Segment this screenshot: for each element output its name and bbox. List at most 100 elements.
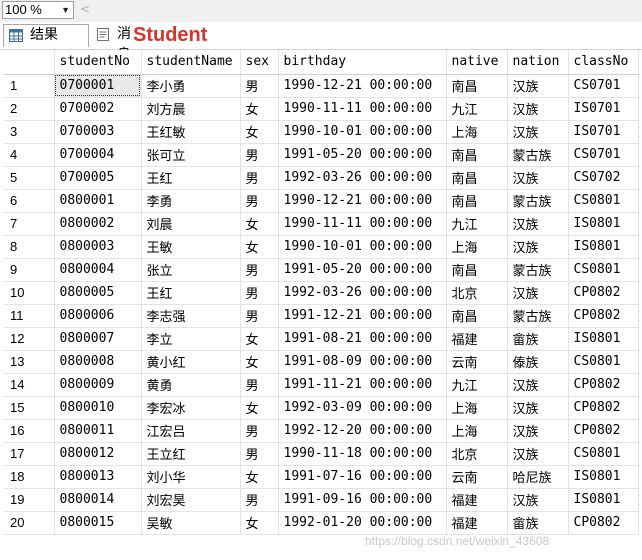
cell-student-no[interactable]: 0800008	[54, 350, 142, 374]
cell-nation[interactable]: 汉族	[507, 97, 569, 121]
cell-student-no[interactable]: 0800002	[54, 212, 142, 236]
cell-student-no[interactable]: 0700003	[54, 120, 142, 144]
cell-class-no[interactable]: IS0701	[568, 120, 639, 144]
cell-student-name[interactable]: 李宏冰	[141, 396, 241, 420]
cell-native[interactable]: 福建	[446, 511, 508, 535]
cell-class-no[interactable]: CS0701	[568, 74, 639, 98]
cell-sex[interactable]: 女	[240, 97, 279, 121]
column-header-birthday[interactable]: birthday	[278, 50, 447, 75]
cell-row-number[interactable]: 2	[4, 97, 55, 121]
cell-birthday[interactable]: 1990-11-11 00:00:00	[278, 97, 447, 121]
cell-student-no[interactable]: 0800003	[54, 235, 142, 259]
column-header-row-number[interactable]	[4, 50, 55, 75]
cell-nation[interactable]: 汉族	[507, 212, 569, 236]
table-row[interactable]: 3 0700003 王红敏女 1990-10-01 00:00:00 上海 汉族 IS070…	[4, 120, 639, 144]
cell-sex[interactable]: 男	[240, 281, 279, 305]
table-row[interactable]: 15 0800010 李宏冰女 1992-03-09 00:00:00 上海 汉族 CP08…	[4, 396, 639, 420]
cell-birthday[interactable]: 1991-05-20 00:00:00	[278, 258, 447, 282]
cell-student-name[interactable]: 黄勇	[141, 373, 241, 397]
chevron-down-icon[interactable]: ▼	[61, 2, 70, 18]
cell-class-no[interactable]: IS0801	[568, 488, 639, 512]
cell-student-name[interactable]: 吴敏	[141, 511, 241, 535]
cell-sex[interactable]: 男	[240, 166, 279, 190]
cell-sex[interactable]: 男	[240, 189, 279, 213]
cell-student-no[interactable]: 0800015	[54, 511, 142, 535]
cell-student-name[interactable]: 刘晨	[141, 212, 241, 236]
column-header-class-no[interactable]: classNo	[568, 50, 639, 75]
cell-row-number[interactable]: 6	[4, 189, 55, 213]
cell-class-no[interactable]: CS0702	[568, 166, 639, 190]
cell-class-no[interactable]: IS0701	[568, 97, 639, 121]
table-row[interactable]: 12 0800007 李立女 1991-08-21 00:00:00 福建 畲族 IS080…	[4, 327, 639, 351]
table-row[interactable]: 10 0800005 王红男 1992-03-26 00:00:00 北京 汉族 CP080…	[4, 281, 639, 305]
cell-sex[interactable]: 女	[240, 511, 279, 535]
cell-sex[interactable]: 男	[240, 304, 279, 328]
cell-sex[interactable]: 女	[240, 120, 279, 144]
table-row[interactable]: 6 0800001 李勇男 1990-12-21 00:00:00 南昌 蒙古族 CS080…	[4, 189, 639, 213]
cell-student-no[interactable]: 0700005	[54, 166, 142, 190]
column-header-nation[interactable]: nation	[507, 50, 569, 75]
cell-student-name[interactable]: 江宏吕	[141, 419, 241, 443]
cell-nation[interactable]: 畲族	[507, 511, 569, 535]
cell-class-no[interactable]: IS0801	[568, 212, 639, 236]
cell-class-no[interactable]: CS0801	[568, 258, 639, 282]
zoom-select[interactable]: 100 % ▼	[2, 1, 74, 19]
cell-class-no[interactable]: CP0802	[568, 419, 639, 443]
cell-native[interactable]: 上海	[446, 419, 508, 443]
table-row[interactable]: 13 0800008 黄小红女 1991-08-09 00:00:00 云南 傣族 CS08…	[4, 350, 639, 374]
table-row[interactable]: 16 0800011 江宏吕男 1992-12-20 00:00:00 上海 汉族 CP08…	[4, 419, 639, 443]
column-header-student-name[interactable]: studentName	[141, 50, 241, 75]
cell-nation[interactable]: 汉族	[507, 166, 569, 190]
cell-sex[interactable]: 男	[240, 258, 279, 282]
table-row[interactable]: 5 0700005 王红男 1992-03-26 00:00:00 南昌 汉族 CS0702	[4, 166, 639, 190]
cell-student-name[interactable]: 王红	[141, 281, 241, 305]
cell-native[interactable]: 云南	[446, 465, 508, 489]
cell-class-no[interactable]: CS0801	[568, 189, 639, 213]
cell-student-name[interactable]: 李志强	[141, 304, 241, 328]
cell-birthday[interactable]: 1991-08-09 00:00:00	[278, 350, 447, 374]
column-header-native[interactable]: native	[446, 50, 508, 75]
cell-row-number[interactable]: 15	[4, 396, 55, 420]
cell-row-number[interactable]: 12	[4, 327, 55, 351]
table-row[interactable]: 1 0700001 李小勇男 1990-12-21 00:00:00 南昌 汉族 CS070…	[4, 74, 639, 98]
cell-nation[interactable]: 汉族	[507, 419, 569, 443]
cell-row-number[interactable]: 13	[4, 350, 55, 374]
cell-student-name[interactable]: 王红	[141, 166, 241, 190]
cell-birthday[interactable]: 1990-11-18 00:00:00	[278, 442, 447, 466]
cell-birthday[interactable]: 1990-10-01 00:00:00	[278, 235, 447, 259]
cell-student-no[interactable]: 0800004	[54, 258, 142, 282]
cell-birthday[interactable]: 1991-11-21 00:00:00	[278, 373, 447, 397]
cell-sex[interactable]: 女	[240, 212, 279, 236]
cell-native[interactable]: 南昌	[446, 189, 508, 213]
cell-student-no[interactable]: 0800009	[54, 373, 142, 397]
cell-student-no[interactable]: 0800013	[54, 465, 142, 489]
cell-nation[interactable]: 汉族	[507, 281, 569, 305]
cell-class-no[interactable]: CP0802	[568, 373, 639, 397]
table-row[interactable]: 18 0800013 刘小华女 1991-07-16 00:00:00 云南 哈尼族 IS0…	[4, 465, 639, 489]
cell-row-number[interactable]: 3	[4, 120, 55, 144]
cell-nation[interactable]: 汉族	[507, 235, 569, 259]
cell-class-no[interactable]: IS0801	[568, 235, 639, 259]
table-row[interactable]: 8 0800003 王敏女 1990-10-01 00:00:00 上海 汉族 IS0801	[4, 235, 639, 259]
cell-birthday[interactable]: 1991-07-16 00:00:00	[278, 465, 447, 489]
cell-student-name[interactable]: 王立红	[141, 442, 241, 466]
cell-student-no[interactable]: 0800005	[54, 281, 142, 305]
cell-student-no[interactable]: 0700001	[54, 74, 142, 98]
cell-student-no[interactable]: 0800007	[54, 327, 142, 351]
cell-birthday[interactable]: 1991-12-21 00:00:00	[278, 304, 447, 328]
cell-sex[interactable]: 男	[240, 143, 279, 167]
cell-student-name[interactable]: 张立	[141, 258, 241, 282]
cell-birthday[interactable]: 1992-03-26 00:00:00	[278, 166, 447, 190]
cell-class-no[interactable]: IS0801	[568, 465, 639, 489]
cell-class-no[interactable]: IS0801	[568, 327, 639, 351]
cell-native[interactable]: 福建	[446, 488, 508, 512]
cell-student-name[interactable]: 王敏	[141, 235, 241, 259]
cell-row-number[interactable]: 7	[4, 212, 55, 236]
cell-row-number[interactable]: 19	[4, 488, 55, 512]
cell-native[interactable]: 上海	[446, 120, 508, 144]
cell-sex[interactable]: 女	[240, 396, 279, 420]
cell-row-number[interactable]: 9	[4, 258, 55, 282]
cell-class-no[interactable]: CS0701	[568, 143, 639, 167]
table-row[interactable]: 9 0800004 张立男 1991-05-20 00:00:00 南昌 蒙古族 CS080…	[4, 258, 639, 282]
tab-messages[interactable]: 消息	[91, 24, 131, 63]
